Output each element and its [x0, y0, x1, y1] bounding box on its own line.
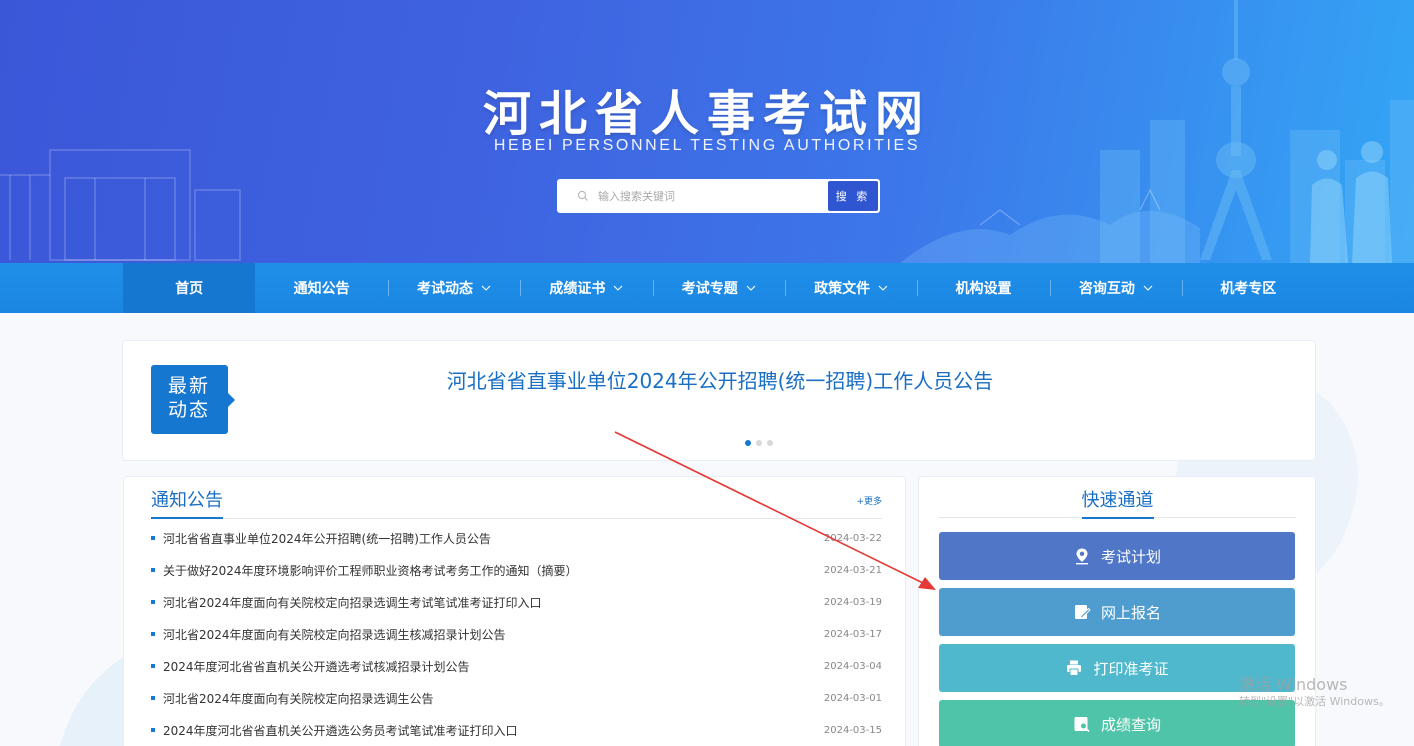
chevron-down-icon	[613, 285, 623, 291]
carousel-dots	[745, 440, 773, 446]
notice-text[interactable]: 河北省2024年度面向有关院校定向招录选调生考试笔试准考证打印入口	[163, 594, 824, 611]
notice-panel: 通知公告 +更多 河北省省直事业单位2024年公开招聘(统一招聘)工作人员公告 2…	[123, 476, 906, 746]
nav-label: 通知公告	[293, 281, 350, 297]
notice-date: 2024-03-15	[823, 724, 882, 736]
notice-date: 2024-03-04	[823, 660, 882, 672]
list-item[interactable]: 河北省2024年度面向有关院校定向招录选调生考试笔试准考证打印入口 2024-03…	[151, 586, 882, 618]
latest-news-card: 最新 动态 河北省省直事业单位2024年公开招聘(统一招聘)工作人员公告	[122, 340, 1316, 461]
bullet	[151, 568, 155, 572]
bullet	[151, 600, 155, 604]
bullet	[151, 664, 155, 668]
notice-title: 通知公告	[151, 486, 223, 519]
nav-scores-certs[interactable]: 成绩证书	[520, 263, 652, 313]
nav-computer-exam[interactable]: 机考专区	[1182, 263, 1314, 313]
printer-icon	[1065, 659, 1083, 677]
notice-text[interactable]: 河北省2024年度面向有关院校定向招录选调生核减招录计划公告	[163, 626, 824, 643]
bullet	[151, 728, 155, 732]
notice-text[interactable]: 河北省省直事业单位2024年公开招聘(统一招聘)工作人员公告	[163, 530, 824, 547]
site-subtitle: HEBEI PERSONNEL TESTING AUTHORITIES	[493, 137, 921, 154]
header-banner: 河北省人事考试网 HEBEI PERSONNEL TESTING AUTHORI…	[0, 0, 1414, 263]
exam-plan-button[interactable]: 考试计划	[939, 532, 1295, 580]
nav-label: 考试动态	[416, 281, 473, 297]
button-label: 打印准考证	[1093, 659, 1169, 678]
button-label: 成绩查询	[1100, 715, 1161, 734]
nav-notices[interactable]: 通知公告	[255, 263, 387, 313]
chevron-down-icon	[746, 285, 756, 291]
button-label: 考试计划	[1100, 547, 1161, 566]
site-title: 河北省人事考试网	[482, 86, 931, 142]
notice-date: 2024-03-01	[823, 692, 882, 704]
nav-label: 成绩证书	[549, 281, 606, 297]
notice-date: 2024-03-19	[823, 596, 882, 608]
quick-access-header: 快速通道	[939, 477, 1296, 519]
more-link[interactable]: +更多	[856, 494, 882, 507]
chevron-down-icon	[481, 285, 491, 291]
edit-form-icon	[1073, 603, 1091, 621]
carousel-dot[interactable]	[767, 440, 773, 446]
search-input[interactable]	[598, 181, 828, 211]
nav-label: 咨询互动	[1078, 281, 1135, 297]
list-item[interactable]: 2024年度河北省省直机关公开遴选考试核减招录计划公告 2024-03-04	[151, 650, 882, 682]
nav-organization[interactable]: 机构设置	[917, 263, 1049, 313]
notice-text[interactable]: 2024年度河北省省直机关公开遴选公务员考试笔试准考证打印入口	[163, 722, 824, 739]
nav-exam-news[interactable]: 考试动态	[387, 263, 520, 313]
bullet	[151, 536, 155, 540]
notice-text[interactable]: 2024年度河北省省直机关公开遴选考试核减招录计划公告	[163, 658, 824, 675]
bullet	[151, 696, 155, 700]
nav-consultation[interactable]: 咨询互动	[1049, 263, 1182, 313]
location-pin-icon	[1073, 547, 1091, 565]
list-item[interactable]: 关于做好2024年度环境影响评价工程师职业资格考试考务工作的通知（摘要） 2024…	[151, 554, 882, 586]
nav-label: 机构设置	[955, 281, 1012, 297]
notice-date: 2024-03-17	[823, 628, 882, 640]
list-item[interactable]: 河北省2024年度面向有关院校定向招录选调生核减招录计划公告 2024-03-17	[151, 618, 882, 650]
bullet	[151, 632, 155, 636]
search-button[interactable]: 搜 索	[828, 181, 878, 211]
nav-policy-docs[interactable]: 政策文件	[784, 263, 917, 313]
score-search-icon	[1073, 715, 1091, 733]
carousel-dot[interactable]	[745, 440, 751, 446]
quick-access-title: 快速通道	[1081, 486, 1154, 519]
nav-label: 考试专题	[681, 281, 738, 297]
search-icon	[568, 180, 598, 212]
notice-text[interactable]: 关于做好2024年度环境影响评价工程师职业资格考试考务工作的通知（摘要）	[163, 562, 824, 579]
nav-label: 首页	[175, 281, 204, 297]
carousel-dot[interactable]	[756, 440, 762, 446]
online-registration-button[interactable]: 网上报名	[939, 588, 1295, 636]
latest-news-headline[interactable]: 河北省省直事业单位2024年公开招聘(统一招聘)工作人员公告	[123, 365, 1317, 394]
search-bar: 搜 索	[557, 179, 880, 213]
notice-date: 2024-03-22	[823, 532, 882, 544]
nav-exam-topics[interactable]: 考试专题	[652, 263, 785, 313]
notice-header: 通知公告 +更多	[151, 477, 882, 519]
button-label: 网上报名	[1100, 603, 1161, 622]
notice-text[interactable]: 河北省2024年度面向有关院校定向招录选调生公告	[163, 690, 824, 707]
notice-date: 2024-03-21	[823, 564, 882, 576]
nav-home[interactable]: 首页	[123, 263, 256, 313]
windows-activation-watermark: 激活 Windows	[1239, 675, 1348, 694]
chevron-down-icon	[878, 285, 888, 291]
tag-line: 动态	[168, 399, 211, 421]
chevron-down-icon	[1143, 285, 1153, 291]
windows-activation-hint: 转到"设置"以激活 Windows。	[1239, 695, 1390, 708]
main-nav: 首页 通知公告 考试动态 成绩证书 考试专题 政策文件 机构设置 咨询互动 机考…	[0, 263, 1414, 313]
nav-label: 机考专区	[1220, 281, 1277, 297]
list-item[interactable]: 2024年度河北省省直机关公开遴选公务员考试笔试准考证打印入口 2024-03-1…	[151, 714, 882, 746]
list-item[interactable]: 河北省2024年度面向有关院校定向招录选调生公告 2024-03-01	[151, 682, 882, 714]
notice-list: 河北省省直事业单位2024年公开招聘(统一招聘)工作人员公告 2024-03-22…	[151, 522, 882, 746]
list-item[interactable]: 河北省省直事业单位2024年公开招聘(统一招聘)工作人员公告 2024-03-22	[151, 522, 882, 554]
nav-label: 政策文件	[814, 281, 871, 297]
